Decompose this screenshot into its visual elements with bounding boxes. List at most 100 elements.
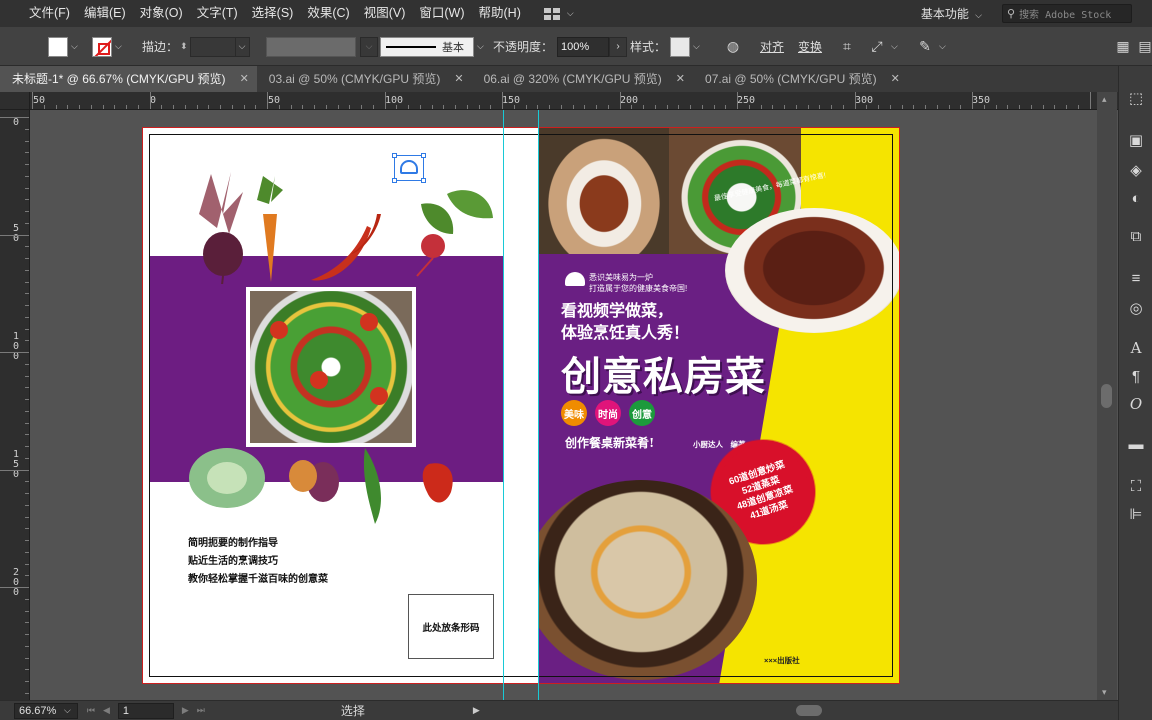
artboards-icon[interactable]: ⧉ (1126, 226, 1146, 246)
ruler-label: 0 (13, 117, 20, 128)
menu-help[interactable]: 帮助(H) (472, 0, 528, 27)
vertical-scrollbar[interactable]: ▴ ▾ (1097, 92, 1117, 700)
paragraph-icon[interactable]: ¶ (1126, 366, 1146, 386)
ruler-tick (596, 105, 597, 109)
profile-dropdown[interactable]: ⌵ (360, 36, 378, 57)
menu-select[interactable]: 选择(S) (245, 0, 301, 27)
workspace-switcher[interactable]: 基本功能 ⌵ (913, 5, 990, 22)
tab-07-ai[interactable]: 07.ai @ 50% (CMYK/GPU 预览) ✕ (693, 66, 908, 92)
ruler-tick (25, 375, 29, 377)
ruler-tick (25, 446, 29, 447)
menu-edit[interactable]: 编辑(E) (77, 0, 133, 27)
ruler-origin[interactable] (0, 92, 30, 110)
align-panel-icon[interactable]: ⊫ (1126, 504, 1146, 524)
brush-definition[interactable]: 基本 (380, 36, 474, 57)
menu-bar: 文件(F) 编辑(E) 对象(O) 文字(T) 选择(S) 效果(C) 视图(V… (0, 0, 1152, 27)
selected-object-bounding-box[interactable] (392, 153, 426, 183)
ruler-tick (25, 457, 29, 459)
transform-button[interactable]: 变换 (798, 38, 822, 55)
guide-left[interactable] (503, 110, 504, 700)
ruler-tick (25, 516, 29, 518)
slogan-line-1: 看视频学做菜， (561, 301, 674, 320)
close-icon[interactable]: ✕ (240, 66, 249, 92)
gradient-icon[interactable]: ▬ (1126, 434, 1146, 454)
opacity-label: 不透明度： (493, 40, 554, 54)
logo-line-2: 打造属于您的健康美食帝国! (589, 284, 688, 293)
recolor-artwork-icon[interactable]: ◍ (722, 36, 744, 58)
previous-artboard-icon[interactable]: ◀ (103, 705, 110, 716)
artboard[interactable]: 简明扼要的制作指导 贴近生活的烹调技巧 教你轻松掌握千滋百味的创意菜 此处放条形… (142, 127, 900, 684)
ruler-tick (936, 105, 938, 109)
stroke-weight-input[interactable] (189, 36, 236, 57)
scroll-up-icon[interactable]: ▴ (1102, 94, 1107, 105)
scroll-down-icon[interactable]: ▾ (1102, 687, 1107, 698)
layers-icon[interactable]: ◈ (1126, 160, 1146, 180)
ruler-tick (337, 105, 339, 109)
transparency-icon[interactable]: ◎ (1126, 298, 1146, 318)
chevron-down-icon[interactable]: ⌵ (891, 41, 898, 52)
properties-icon[interactable]: ▣ (1126, 130, 1146, 150)
opacity-slider-button[interactable]: › (609, 36, 628, 57)
current-tool-status: 选择 (340, 704, 365, 718)
panel-menu-icon[interactable]: ▦ (1112, 36, 1134, 58)
variable-width-profile[interactable] (266, 36, 356, 57)
chevron-down-icon[interactable]: ⌵ (939, 41, 946, 52)
ruler-tick (25, 387, 29, 389)
artboard-number-field[interactable]: 1 (117, 702, 174, 719)
menu-type[interactable]: 文字(T) (190, 0, 245, 27)
workspace-menu-icon[interactable]: ▤ (1134, 36, 1152, 58)
arrange-documents-button[interactable]: ⌵ (543, 7, 574, 20)
menu-window[interactable]: 窗口(W) (412, 0, 471, 27)
stock-search-input[interactable]: ⚲ 搜索 Adobe Stock (1002, 4, 1132, 23)
chevron-down-icon[interactable]: ⌵ (477, 41, 484, 52)
stepper-icon[interactable]: ⬍ (180, 41, 188, 52)
tab-06-ai[interactable]: 06.ai @ 320% (CMYK/GPU 预览) ✕ (472, 66, 693, 92)
ruler-label: 250 (737, 95, 756, 106)
fill-swatch-control[interactable]: ⌵ (48, 27, 78, 66)
stroke-panel-icon[interactable]: ≡ (1126, 268, 1146, 288)
ruler-tick (25, 340, 29, 342)
graphic-style-swatch[interactable] (670, 36, 691, 57)
fill-swatch[interactable] (48, 36, 68, 57)
menu-view[interactable]: 视图(V) (357, 0, 413, 27)
align-button[interactable]: 对齐 (760, 38, 784, 55)
horizontal-scrollbar-thumb[interactable] (795, 705, 822, 716)
character-icon[interactable]: A (1126, 338, 1146, 358)
scrollbar-thumb[interactable] (1101, 384, 1112, 408)
tab-untitled-1[interactable]: 未标题-1* @ 66.67% (CMYK/GPU 预览) ✕ (0, 66, 257, 92)
first-artboard-icon[interactable]: ⏮ (87, 705, 95, 716)
close-icon[interactable]: ✕ (891, 66, 900, 92)
ruler-tick (302, 105, 304, 109)
document-canvas[interactable]: 简明扼要的制作指导 贴近生活的烹调技巧 教你轻松掌握千滋百味的创意菜 此处放条形… (30, 110, 1097, 700)
puppet-warp-icon[interactable]: ✎ (914, 36, 936, 58)
status-menu-arrow-icon[interactable]: ▶ (473, 705, 480, 716)
last-artboard-icon[interactable]: ⏭ (197, 705, 205, 716)
stroke-swatch-none[interactable] (92, 36, 112, 57)
transform-each-icon[interactable]: ⤢ (866, 36, 888, 58)
opentype-icon[interactable]: O (1126, 394, 1146, 414)
stroke-swatch-control[interactable]: ⌵ (92, 27, 122, 66)
menu-effect[interactable]: 效果(C) (300, 0, 356, 27)
ruler-tick (196, 105, 198, 109)
transform-panel-icon[interactable]: ⛶ (1126, 476, 1146, 496)
vertical-ruler[interactable]: 0 5 0 1 0 0 1 5 0 2 0 0 (0, 110, 30, 700)
next-artboard-icon[interactable]: ▶ (182, 705, 189, 716)
ruler-tick (654, 105, 656, 109)
close-icon[interactable]: ✕ (454, 66, 463, 92)
opacity-input[interactable]: 100% (557, 36, 610, 57)
isolate-group-icon[interactable]: ⌗ (836, 36, 858, 58)
style-label: 样式： (630, 40, 667, 54)
chevron-down-icon[interactable]: ⌵ (64, 705, 71, 716)
palette-icon[interactable]: ◐ (1126, 188, 1146, 208)
menu-file[interactable]: 文件(F) (22, 0, 77, 27)
tab-03-ai[interactable]: 03.ai @ 50% (CMYK/GPU 预览) ✕ (257, 66, 472, 92)
libraries-icon[interactable]: ⬚ (1126, 88, 1146, 108)
stroke-weight-dropdown[interactable]: ⌵ (235, 36, 250, 57)
close-icon[interactable]: ✕ (676, 66, 685, 92)
guide-right[interactable] (538, 110, 539, 700)
horizontal-ruler[interactable]: 50 0 50 100 150 200 250 300 350 (30, 92, 1118, 110)
menu-object[interactable]: 对象(O) (133, 0, 190, 27)
ruler-tick (1066, 105, 1067, 109)
chevron-down-icon[interactable]: ⌵ (693, 41, 700, 52)
chef-hat-icon (400, 160, 418, 174)
